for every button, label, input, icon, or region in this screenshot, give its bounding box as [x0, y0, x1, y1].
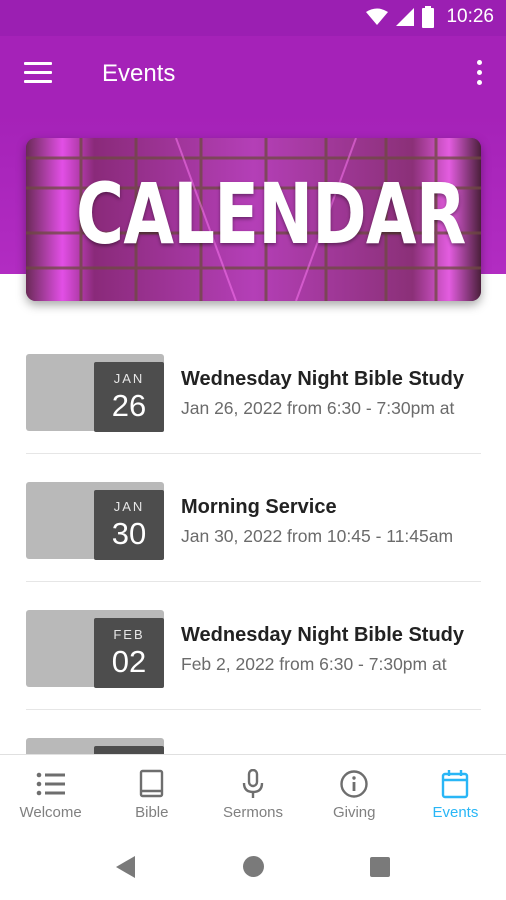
info-icon: [340, 770, 368, 798]
event-time: Jan 30, 2022 from 10:45 - 11:45am: [181, 526, 454, 546]
status-icons: 10:26: [366, 6, 494, 28]
event-title: Wednesday Night Bible Study: [181, 368, 464, 390]
nav-label: Bible: [135, 804, 169, 821]
menu-icon[interactable]: [24, 62, 54, 86]
nav-welcome[interactable]: Welcome: [0, 755, 101, 832]
system-navigation-bar: [0, 832, 506, 900]
event-day: 30: [111, 516, 147, 551]
event-month: FEB: [113, 627, 145, 642]
home-icon[interactable]: [243, 856, 264, 877]
wifi-icon: [366, 8, 389, 25]
banner-title: CALENDAR: [76, 165, 466, 263]
event-day: 26: [111, 388, 147, 423]
event-thumbnail: FEB 02: [26, 610, 164, 688]
bottom-navigation: Welcome Bible Sermons Giving Events: [0, 754, 506, 832]
book-icon: [139, 769, 163, 798]
more-options-icon[interactable]: [474, 60, 484, 90]
nav-sermons[interactable]: Sermons: [202, 755, 303, 832]
event-item[interactable]: JAN 30 Morning Service Jan 30, 2022 from…: [26, 454, 481, 582]
event-thumbnail: JAN 30: [26, 482, 164, 560]
microphone-icon: [242, 769, 264, 798]
event-day: 02: [111, 644, 147, 679]
list-icon: [36, 772, 65, 796]
calendar-banner[interactable]: CALENDAR: [26, 138, 481, 301]
back-icon[interactable]: [116, 856, 136, 878]
status-time: 10:26: [446, 6, 494, 27]
nav-label: Giving: [332, 804, 376, 821]
event-title: Wednesday Night Bible Study: [181, 624, 464, 646]
event-item[interactable]: FEB 02 Wednesday Night Bible Study Feb 2…: [26, 582, 481, 710]
nav-giving[interactable]: Giving: [304, 755, 405, 832]
event-thumbnail: JAN 26: [26, 354, 164, 432]
date-badge: JAN 30: [94, 490, 164, 560]
app-bar: Events: [0, 36, 506, 114]
event-month: JAN: [113, 499, 145, 514]
event-title: Morning Service: [181, 496, 337, 518]
calendar-icon: [442, 770, 469, 799]
event-item[interactable]: JAN 26 Wednesday Night Bible Study Jan 2…: [26, 326, 481, 454]
nav-label: Welcome: [19, 804, 82, 821]
nav-label: Events: [432, 804, 479, 821]
nav-bible[interactable]: Bible: [101, 755, 202, 832]
nav-label: Sermons: [222, 804, 284, 821]
page-title: Events: [102, 60, 176, 87]
signal-icon: [396, 8, 415, 26]
nav-events[interactable]: Events: [405, 755, 506, 832]
status-bar: 10:26: [0, 0, 506, 36]
date-badge: JAN 26: [94, 362, 164, 432]
event-time: Jan 26, 2022 from 6:30 - 7:30pm at: [181, 398, 455, 418]
event-time: Feb 2, 2022 from 6:30 - 7:30pm at: [181, 654, 447, 674]
event-month: JAN: [113, 371, 145, 386]
date-badge: FEB 02: [94, 618, 164, 688]
recent-apps-icon[interactable]: [370, 857, 390, 877]
battery-icon: [422, 6, 435, 28]
